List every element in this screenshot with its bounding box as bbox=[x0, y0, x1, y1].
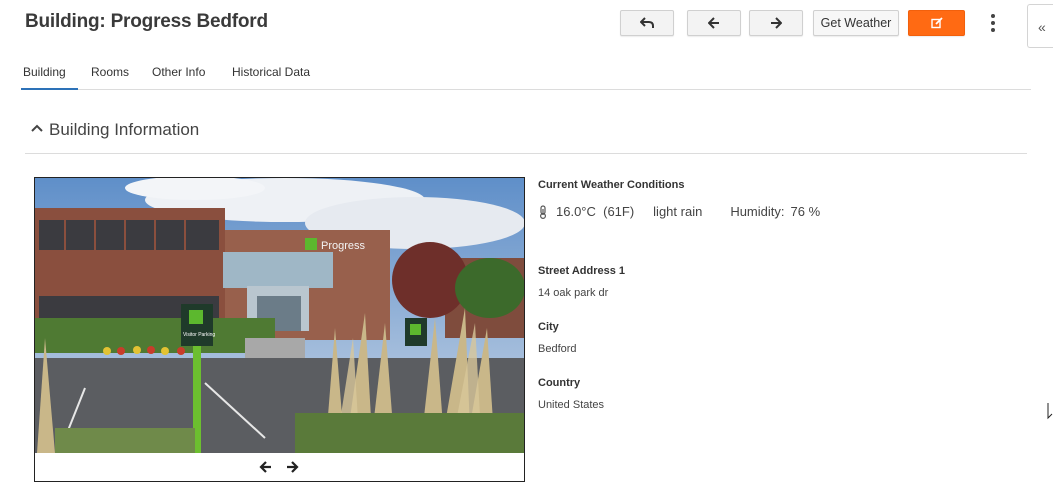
building-image-carousel: Progress Visitor Parking bbox=[34, 177, 525, 482]
city-value: Bedford bbox=[538, 343, 577, 355]
weather-summary: 16.0°C (61F) light rain Humidity: 76 % bbox=[538, 204, 820, 219]
chevron-up-icon bbox=[31, 124, 43, 132]
arrow-left-icon bbox=[708, 17, 719, 29]
edit-icon bbox=[930, 17, 943, 29]
building-information-header[interactable]: Building Information bbox=[25, 112, 1027, 154]
sidebar-toggle-button[interactable]: « bbox=[1027, 4, 1053, 48]
carousel-prev-icon[interactable] bbox=[259, 460, 273, 474]
weather-heading: Current Weather Conditions bbox=[538, 179, 685, 191]
building-photo: Progress Visitor Parking bbox=[35, 178, 524, 453]
tab-building[interactable]: Building bbox=[21, 65, 78, 90]
street-address-value: 14 oak park dr bbox=[538, 287, 609, 299]
country-label: Country bbox=[538, 377, 581, 389]
humidity-value: 76 % bbox=[790, 204, 821, 219]
undo-arrow-icon bbox=[640, 17, 654, 28]
mouse-cursor-icon bbox=[1047, 403, 1053, 420]
temperature-value: 16.0°C (61F) bbox=[556, 204, 635, 219]
more-options-button[interactable] bbox=[985, 10, 1001, 36]
carousel-next-icon[interactable] bbox=[285, 460, 299, 474]
previous-record-button[interactable] bbox=[687, 10, 741, 36]
tab-rooms[interactable]: Rooms bbox=[91, 65, 129, 89]
get-weather-button[interactable]: Get Weather bbox=[813, 10, 899, 36]
tab-historical-data[interactable]: Historical Data bbox=[232, 65, 310, 89]
undo-button[interactable] bbox=[620, 10, 674, 36]
arrow-right-icon bbox=[771, 17, 782, 29]
tab-other-info[interactable]: Other Info bbox=[152, 65, 205, 89]
visitor-parking-sign: Visitor Parking bbox=[183, 332, 215, 338]
kebab-dot bbox=[991, 28, 995, 32]
country-value: United States bbox=[538, 399, 605, 411]
edit-button[interactable] bbox=[908, 10, 965, 36]
city-label: City bbox=[538, 321, 559, 333]
tab-bar: Building Rooms Other Info Historical Dat… bbox=[21, 58, 1031, 90]
kebab-dot bbox=[991, 14, 995, 18]
humidity-label: Humidity: bbox=[730, 204, 785, 219]
street-address-label: Street Address 1 bbox=[538, 265, 626, 277]
next-record-button[interactable] bbox=[749, 10, 803, 36]
page-title: Building: Progress Bedford bbox=[25, 11, 268, 32]
building-sign-text: Progress bbox=[321, 240, 366, 252]
thermometer-icon bbox=[540, 204, 546, 219]
weather-condition: light rain bbox=[653, 204, 703, 219]
kebab-dot bbox=[991, 21, 995, 25]
section-title: Building Information bbox=[49, 120, 200, 139]
